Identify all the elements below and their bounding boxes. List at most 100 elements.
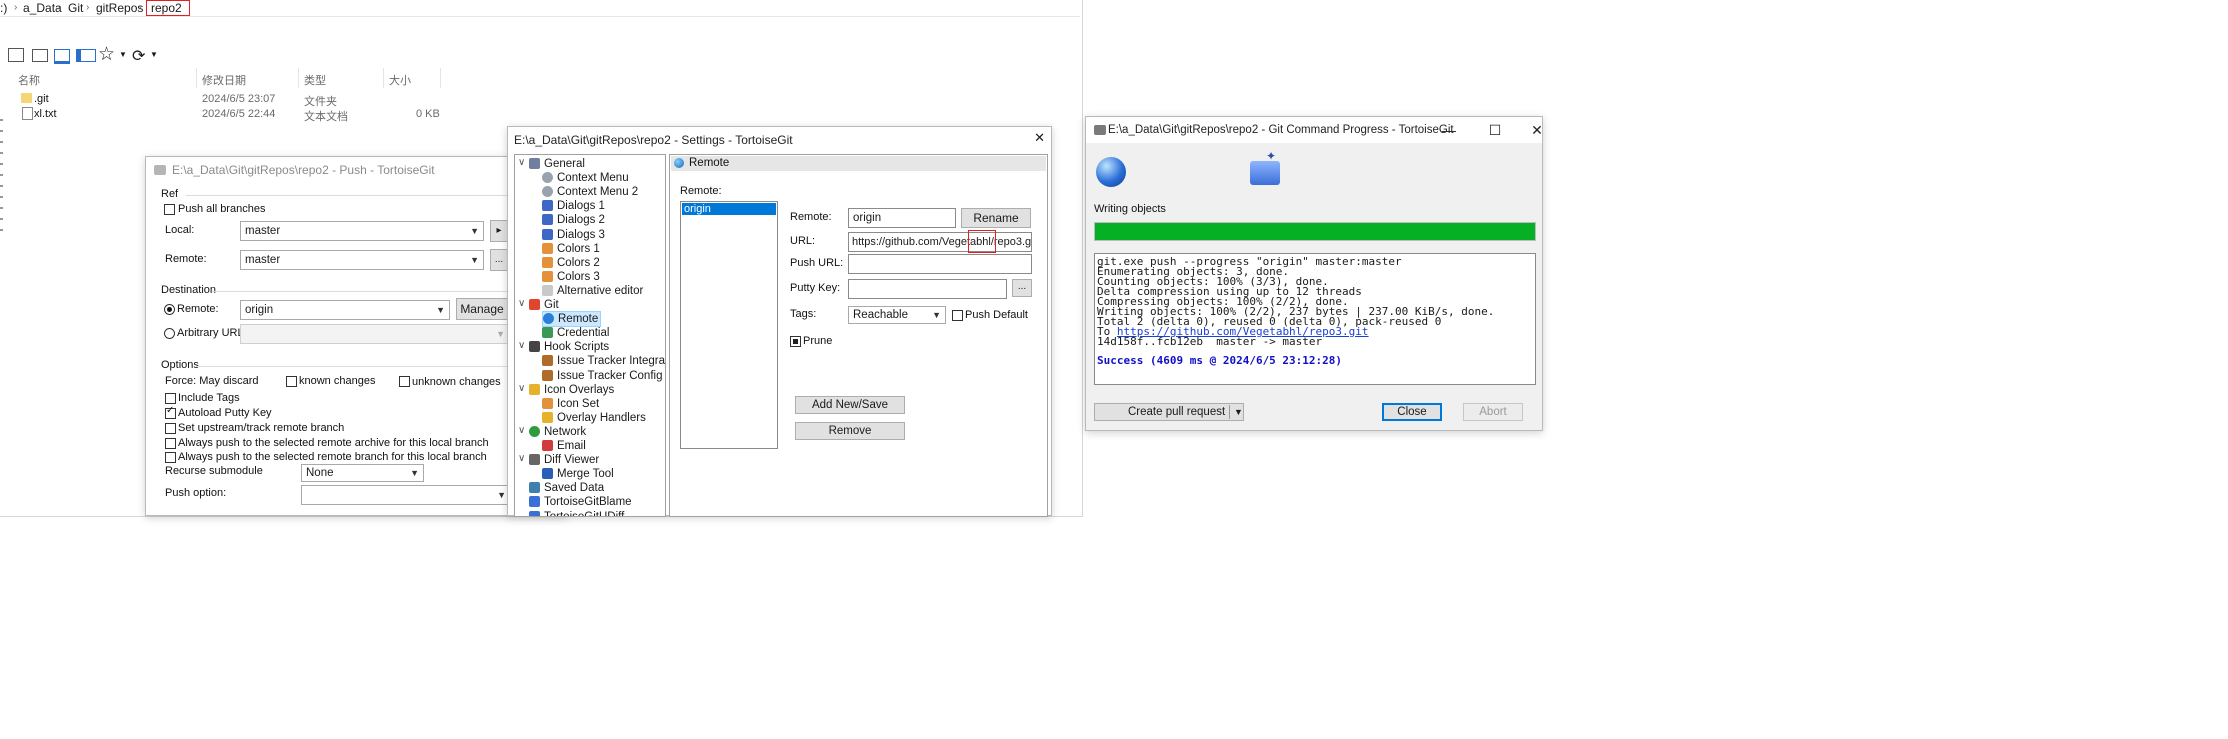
column-header-modified[interactable]: 修改日期 <box>202 72 246 88</box>
details-view-icon[interactable] <box>32 49 48 62</box>
chevron-down-icon[interactable]: ∨ <box>518 383 525 394</box>
tree-item-dialogs-3[interactable]: Dialogs 3 <box>542 228 605 242</box>
tree-item-context-menu[interactable]: Context Menu <box>542 171 629 185</box>
chevron-down-icon[interactable]: ∨ <box>518 298 525 309</box>
abort-button[interactable]: Abort <box>1463 403 1523 421</box>
url-field[interactable]: https://github.com/Vegetabhl/repo3.git <box>848 232 1032 252</box>
remote-branch-browse-button[interactable]: ... <box>490 249 508 271</box>
settings-close-button[interactable]: ✕ <box>1034 130 1045 146</box>
tags-combo[interactable]: Reachable ▼ <box>848 306 946 324</box>
tree-item-icon-overlays[interactable]: Icon Overlays <box>529 383 614 397</box>
tree-item-colors-3[interactable]: Colors 3 <box>542 270 600 284</box>
create-pull-request-button[interactable]: Create pull request ▼ <box>1094 403 1244 421</box>
push-default-checkbox[interactable] <box>952 310 963 321</box>
tree-item-saved-data[interactable]: Saved Data <box>529 481 604 495</box>
local-branch-nav-button[interactable]: ▸ <box>490 220 508 242</box>
column-divider <box>196 68 197 88</box>
column-header-type[interactable]: 类型 <box>304 72 326 88</box>
tree-item-label: Credential <box>557 327 610 340</box>
known-changes-checkbox[interactable] <box>286 376 297 387</box>
column-header-size[interactable]: 大小 <box>389 72 411 88</box>
breadcrumb-a-data[interactable]: a_Data <box>23 1 62 15</box>
progress-bar <box>1094 222 1536 241</box>
tree-item-colors-1[interactable]: Colors 1 <box>542 242 600 256</box>
minimize-button[interactable]: — <box>1426 117 1472 143</box>
add-new-save-button[interactable]: Add New/Save <box>795 396 905 414</box>
tree-item-label: Context Menu <box>557 172 629 185</box>
tree-item-network[interactable]: Network <box>529 425 586 439</box>
autoload-putty-checkbox[interactable] <box>165 405 176 419</box>
tree-item-credential[interactable]: Credential <box>542 326 609 340</box>
tree-item-remote[interactable]: Remote <box>542 311 602 328</box>
tree-item-tortoisegitblame[interactable]: TortoiseGitBlame <box>529 495 632 509</box>
tree-item-hook-scripts[interactable]: Hook Scripts <box>529 340 609 354</box>
tree-item-colors-2[interactable]: Colors 2 <box>542 256 600 270</box>
tree-item-alternative-editor[interactable]: Alternative editor <box>542 284 643 298</box>
tree-item-git[interactable]: Git <box>529 298 559 312</box>
tree-item-context-menu-2[interactable]: Context Menu 2 <box>542 185 638 199</box>
star-icon[interactable]: ☆ <box>98 43 115 66</box>
tree-item-dialogs-2[interactable]: Dialogs 2 <box>542 213 605 227</box>
tree-item-label: Colors 1 <box>557 242 600 255</box>
tree-item-issue-tracker-integration[interactable]: Issue Tracker Integration <box>542 354 665 368</box>
remote-list-item[interactable]: origin <box>682 203 776 215</box>
preview-pane-icon[interactable] <box>54 49 70 64</box>
file-row[interactable]: .git 2024/6/5 23:07 文件夹 <box>18 92 448 108</box>
arbitrary-url-radio[interactable] <box>164 328 175 339</box>
recurse-submodule-combo[interactable]: None ▼ <box>301 464 424 482</box>
sync-icon[interactable]: ⟳ <box>132 46 145 66</box>
putty-key-browse-button[interactable]: ... <box>1012 279 1032 297</box>
tree-item-overlay-handlers[interactable]: Overlay Handlers <box>542 411 646 425</box>
push-all-branches-checkbox[interactable] <box>164 204 175 215</box>
column-header-name[interactable]: 名称 <box>18 72 40 88</box>
push-option-combo[interactable]: ▼ <box>301 485 511 505</box>
prune-checkbox[interactable] <box>790 336 801 347</box>
rename-button[interactable]: Rename <box>961 208 1031 228</box>
dest-remote-combo[interactable]: origin ▼ <box>240 300 450 320</box>
chevron-down-icon[interactable]: ▼ <box>119 50 127 59</box>
chevron-down-icon[interactable]: ∨ <box>518 157 525 168</box>
maximize-button[interactable]: ☐ <box>1472 117 1518 143</box>
remote-list-label: Remote: <box>680 185 722 197</box>
dest-remote-radio[interactable] <box>164 304 175 315</box>
remove-button[interactable]: Remove <box>795 422 905 440</box>
chevron-down-icon[interactable]: ∨ <box>518 453 525 464</box>
file-size: 0 KB <box>416 108 440 120</box>
remote-list[interactable]: origin <box>680 201 778 449</box>
tree-item-merge-tool[interactable]: Merge Tool <box>542 467 614 481</box>
tree-item-email[interactable]: Email <box>542 439 586 453</box>
local-branch-combo[interactable]: master ▼ <box>240 221 484 241</box>
manage-button[interactable]: Manage <box>456 298 508 320</box>
putty-key-field[interactable] <box>848 279 1007 299</box>
copy-view-icon[interactable] <box>8 48 24 62</box>
close-window-button[interactable]: ✕ <box>1514 117 1560 143</box>
chevron-down-icon[interactable]: ∨ <box>518 340 525 351</box>
always-push-branch-checkbox[interactable] <box>165 452 176 463</box>
tree-item-issue-tracker-config[interactable]: Issue Tracker Config <box>542 369 662 383</box>
chevron-down-icon[interactable]: ∨ <box>518 425 525 436</box>
tree-item-general[interactable]: General <box>529 157 585 171</box>
navigation-pane-icon[interactable] <box>76 49 96 62</box>
close-button[interactable]: Close <box>1382 403 1442 421</box>
arbitrary-url-combo[interactable]: ▼ <box>240 324 510 344</box>
breadcrumb-git[interactable]: Git <box>68 1 83 15</box>
tree-item-dialogs-1[interactable]: Dialogs 1 <box>542 199 605 213</box>
chevron-down-icon[interactable]: ▼ <box>1234 404 1243 420</box>
breadcrumb-gitrepos[interactable]: gitRepos <box>96 1 143 15</box>
output-log[interactable]: git.exe push --progress "origin" master:… <box>1094 253 1536 385</box>
tree-item-diff-viewer[interactable]: Diff Viewer <box>529 453 599 467</box>
remote-name-field[interactable]: origin <box>848 208 956 228</box>
include-tags-checkbox[interactable] <box>165 393 176 404</box>
tree-item-tortoisegitudiff[interactable]: TortoiseGitUDiff <box>529 510 624 516</box>
known-changes-label: known changes <box>299 375 376 387</box>
set-upstream-checkbox[interactable] <box>165 423 176 434</box>
breadcrumb-root[interactable]: :) <box>0 1 7 15</box>
tree-item-icon-set[interactable]: Icon Set <box>542 397 599 411</box>
push-url-field[interactable] <box>848 254 1032 274</box>
remote-branch-combo[interactable]: master ▼ <box>240 250 484 270</box>
unknown-changes-checkbox[interactable] <box>399 376 410 387</box>
always-push-archive-checkbox[interactable] <box>165 438 176 449</box>
dest-remote-label: Remote: <box>177 303 219 315</box>
file-row[interactable]: xl.txt 2024/6/5 22:44 文本文档 0 KB <box>18 107 448 123</box>
chevron-down-icon[interactable]: ▼ <box>150 50 158 59</box>
